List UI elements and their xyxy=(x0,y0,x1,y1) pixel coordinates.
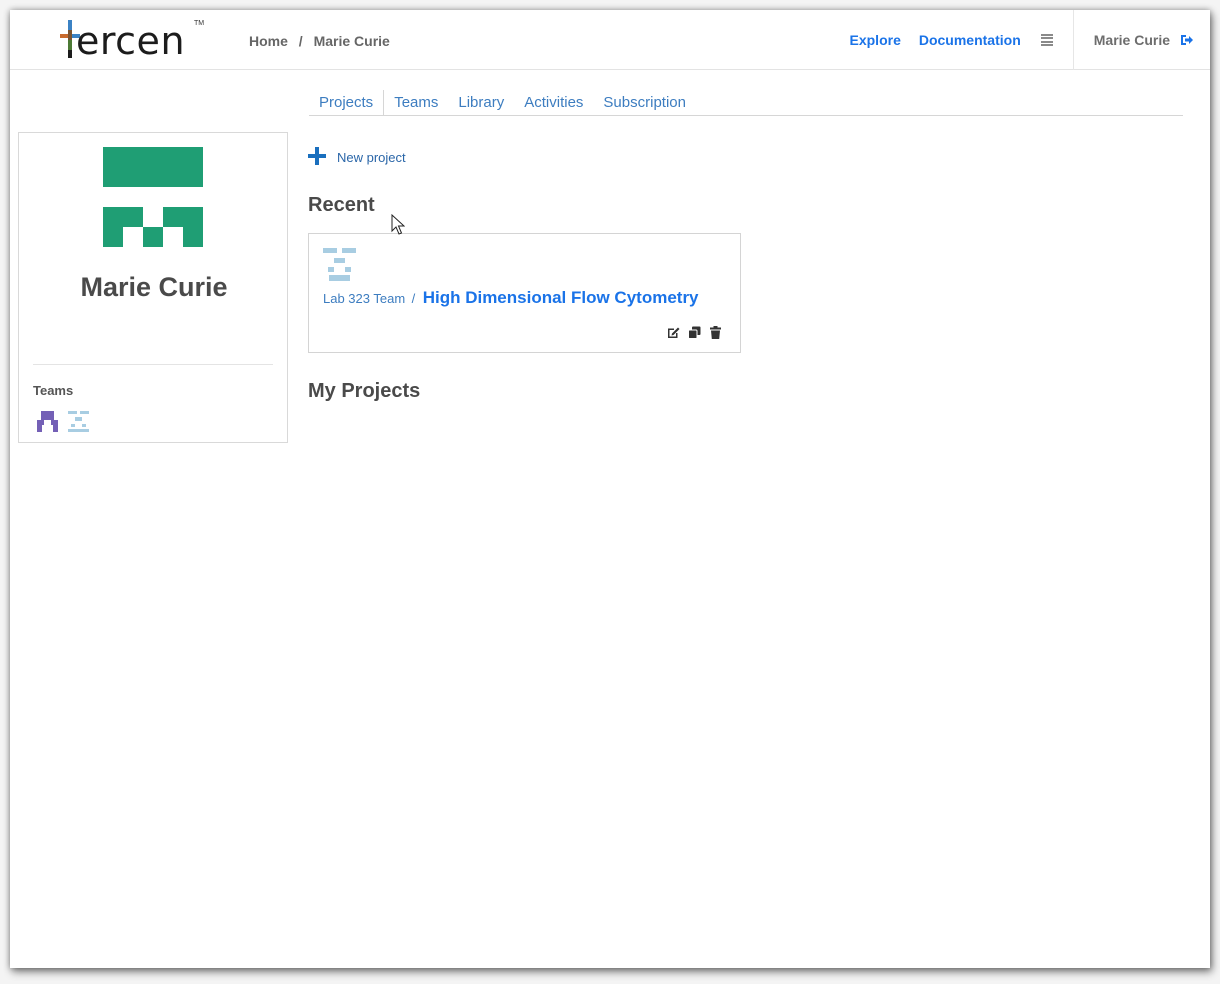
trash-icon[interactable] xyxy=(709,326,722,339)
breadcrumb-separator: / xyxy=(298,33,303,49)
top-navbar: ercen TM Home / Marie Curie Explore Docu… xyxy=(10,10,1210,70)
profile-name: Marie Curie xyxy=(80,272,228,302)
logo-wordmark: ercen xyxy=(76,19,186,63)
teams-heading: Teams xyxy=(33,383,74,398)
project-avatar-icon xyxy=(323,248,356,281)
user-avatar-identicon xyxy=(103,147,203,247)
plus-icon xyxy=(308,146,326,165)
breadcrumb-home[interactable]: Home xyxy=(249,33,288,49)
project-separator: / xyxy=(411,291,416,306)
breadcrumb-current: Marie Curie xyxy=(313,33,390,49)
project-actions xyxy=(667,326,722,339)
copy-icon[interactable] xyxy=(688,326,701,339)
nav-right: Explore Documentation Marie Curie xyxy=(850,10,1211,70)
tab-activities[interactable]: Activities xyxy=(514,90,593,116)
project-team-link[interactable]: Lab 323 Team xyxy=(323,291,405,306)
divider xyxy=(33,364,273,365)
my-projects-heading: My Projects xyxy=(308,380,421,402)
explore-link[interactable]: Explore xyxy=(850,32,901,48)
breadcrumb: Home / Marie Curie xyxy=(249,33,390,49)
hamburger-icon[interactable] xyxy=(1040,34,1053,46)
new-project-button[interactable]: New project xyxy=(308,146,406,165)
logo-t-stem xyxy=(68,20,72,30)
logo-t-crossbar xyxy=(60,34,68,38)
team-avatar-icon[interactable] xyxy=(37,411,58,432)
user-menu[interactable]: Marie Curie xyxy=(1072,10,1210,70)
project-title-line: Lab 323 Team / High Dimensional Flow Cyt… xyxy=(323,288,699,308)
documentation-link[interactable]: Documentation xyxy=(919,32,1021,48)
logo-trademark: TM xyxy=(194,20,205,27)
tab-subscription[interactable]: Subscription xyxy=(593,90,696,116)
sign-out-icon[interactable] xyxy=(1180,33,1194,47)
tercen-logo[interactable]: ercen TM xyxy=(56,16,206,64)
tab-library[interactable]: Library xyxy=(448,90,514,116)
browser-window: ercen TM Home / Marie Curie Explore Docu… xyxy=(10,10,1210,968)
logo-t-stem xyxy=(68,40,72,50)
recent-project-card[interactable]: Lab 323 Team / High Dimensional Flow Cyt… xyxy=(308,233,741,353)
mouse-cursor-icon xyxy=(391,214,405,235)
user-name[interactable]: Marie Curie xyxy=(1094,32,1170,48)
team-icons xyxy=(37,411,89,432)
tab-projects[interactable]: Projects xyxy=(309,90,385,116)
profile-card: Marie Curie Teams xyxy=(18,132,288,443)
team-avatar-icon[interactable] xyxy=(68,411,89,432)
logo-t-stem xyxy=(68,50,72,58)
new-project-label: New project xyxy=(337,150,406,165)
tab-teams[interactable]: Teams xyxy=(384,90,448,116)
project-name-link[interactable]: High Dimensional Flow Cytometry xyxy=(423,288,699,307)
profile-tabs: Projects Teams Library Activities Subscr… xyxy=(309,90,1183,116)
edit-icon[interactable] xyxy=(667,326,680,339)
recent-heading: Recent xyxy=(308,194,375,216)
